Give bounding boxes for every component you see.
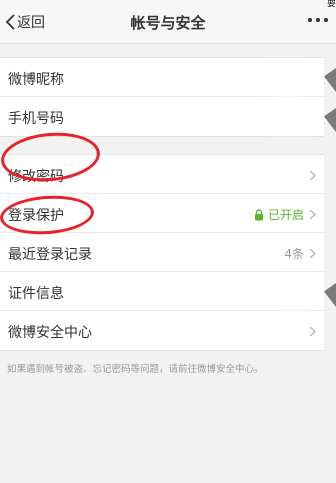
chevron-right-icon xyxy=(309,248,316,259)
row-label: 手机号码 xyxy=(8,111,64,127)
row-change-password[interactable]: 修改密码 xyxy=(0,155,324,194)
page-title: 帐号与安全 xyxy=(130,14,206,32)
screen: 返回 帐号与安全 要 微博昵称 手机号码 修改密码 登录保护 已开启 最近登录记… xyxy=(0,0,336,483)
redacted-value xyxy=(270,278,320,308)
chevron-right-icon xyxy=(309,170,316,181)
more-options-button[interactable] xyxy=(308,15,328,25)
redaction-shape xyxy=(324,283,336,307)
count-value: 4条 xyxy=(284,247,304,261)
help-footnote: 如果遇到帐号被盗、忘记密码等问题，请前往微博安全中心。 xyxy=(7,364,264,375)
more-dot-icon xyxy=(316,18,320,22)
row-login-protection[interactable]: 登录保护 已开启 xyxy=(0,194,324,233)
chevron-right-icon xyxy=(309,326,316,337)
redaction-shape xyxy=(324,108,336,132)
row-label: 最近登录记录 xyxy=(8,247,92,263)
nav-bar: 返回 帐号与安全 要 xyxy=(0,0,336,44)
redacted-value xyxy=(256,62,312,92)
more-dot-icon xyxy=(308,18,312,22)
edge-text: 要 xyxy=(326,0,336,9)
row-label: 微博安全中心 xyxy=(8,325,92,341)
chevron-right-icon xyxy=(309,209,316,220)
security-group: 修改密码 登录保护 已开启 最近登录记录 4条 证件信息 微博安全中心 xyxy=(0,154,324,351)
row-label: 登录保护 xyxy=(8,208,64,224)
status-text: 已开启 xyxy=(267,208,304,222)
row-label: 微博昵称 xyxy=(8,72,64,88)
status-value: 已开启 xyxy=(254,206,304,223)
row-recent-logins[interactable]: 最近登录记录 4条 xyxy=(0,233,324,272)
redaction-shape xyxy=(324,68,336,92)
more-dot-icon xyxy=(324,18,328,22)
row-label: 证件信息 xyxy=(8,286,64,302)
row-security-center[interactable]: 微博安全中心 xyxy=(0,311,324,350)
row-label: 修改密码 xyxy=(8,169,64,185)
redacted-value xyxy=(262,100,320,134)
lock-icon xyxy=(254,208,263,220)
